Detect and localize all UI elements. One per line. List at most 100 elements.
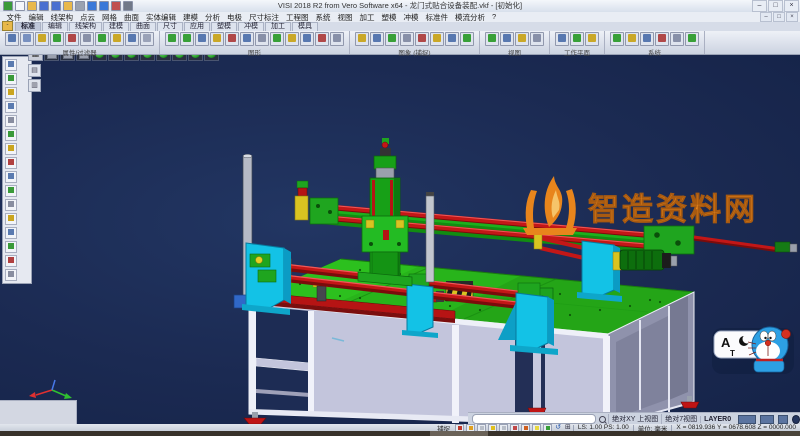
save-all-icon[interactable]: [51, 1, 61, 11]
line-tool-icon[interactable]: [5, 73, 17, 85]
menu-item-2[interactable]: 线架构: [47, 12, 77, 23]
menu-item-16[interactable]: 冲模: [400, 12, 422, 23]
cpl-3pt-icon[interactable]: [585, 32, 599, 46]
edges-icon[interactable]: [255, 32, 269, 46]
ribbon-tab-2[interactable]: 线架构: [69, 22, 102, 31]
ribbon-tab-8[interactable]: 冲模: [238, 22, 264, 31]
menu-item-12[interactable]: 系统: [312, 12, 334, 23]
machine-model-canvas[interactable]: 智造资料网 A T: [0, 54, 800, 424]
ime-mode-button[interactable]: A: [721, 335, 731, 350]
highlight-icon[interactable]: [110, 32, 124, 46]
mirror-tool-icon[interactable]: [5, 213, 17, 225]
zoom-fit-icon[interactable]: [485, 32, 499, 46]
save-icon[interactable]: [39, 1, 49, 11]
shade-icon[interactable]: [165, 32, 179, 46]
snap-intersect-icon[interactable]: [415, 32, 429, 46]
rotate-tool-icon[interactable]: [5, 241, 17, 253]
ribbon-tab-6[interactable]: 应用: [184, 22, 210, 31]
app-icon[interactable]: [3, 1, 13, 11]
visibility-icon[interactable]: [95, 32, 109, 46]
ribbon-tab-4[interactable]: 曲面: [130, 22, 156, 31]
move-tool-icon[interactable]: [5, 227, 17, 239]
texture-icon[interactable]: [285, 32, 299, 46]
grid-icon[interactable]: ⊞: [565, 424, 571, 431]
properties-icon[interactable]: [140, 32, 154, 46]
print-icon[interactable]: [75, 1, 85, 11]
menu-item-15[interactable]: 塑模: [378, 12, 400, 23]
layer-color-block-2[interactable]: [760, 415, 774, 424]
group-icon[interactable]: [125, 32, 139, 46]
pick-filter-icon[interactable]: [80, 32, 94, 46]
maximize-button[interactable]: □: [768, 0, 783, 12]
undo-icon[interactable]: [87, 1, 97, 11]
minimize-button[interactable]: –: [752, 0, 767, 12]
ucs-toggle-button[interactable]: ▤: [28, 64, 41, 77]
ribbon-tab-7[interactable]: 塑模: [211, 22, 237, 31]
menu-item-13[interactable]: 视图: [334, 12, 356, 23]
menu-item-6[interactable]: 实体编辑: [143, 12, 180, 23]
trim-tool-icon[interactable]: [5, 143, 17, 155]
layer-color-block-3[interactable]: [778, 415, 788, 424]
database-icon[interactable]: [640, 32, 654, 46]
wireframe-icon[interactable]: [180, 32, 194, 46]
menu-item-14[interactable]: 加工: [356, 12, 378, 23]
list-toggle-button[interactable]: ▥: [28, 79, 41, 92]
help-icon[interactable]: [685, 32, 699, 46]
delete-icon[interactable]: [111, 1, 121, 11]
menu-item-8[interactable]: 分析: [202, 12, 224, 23]
snap-point-icon[interactable]: [355, 32, 369, 46]
measure-tool-icon[interactable]: [5, 269, 17, 281]
render-icon[interactable]: [210, 32, 224, 46]
zoom-window-icon[interactable]: [500, 32, 514, 46]
menu-item-17[interactable]: 标准件: [422, 12, 452, 23]
ribbon-tab-0[interactable]: 标准: [15, 22, 41, 31]
mdi-close-button[interactable]: ×: [786, 12, 798, 22]
layer-color-block-1[interactable]: [738, 415, 756, 424]
menu-item-4[interactable]: 网格: [99, 12, 121, 23]
menu-item-5[interactable]: 曲面: [121, 12, 143, 23]
menu-item-11[interactable]: 工程图: [283, 12, 313, 23]
mdi-restore-button[interactable]: □: [773, 12, 785, 22]
ime-secondary-button[interactable]: T: [730, 349, 735, 358]
attribute-icon[interactable]: [5, 32, 19, 46]
snap-grid-icon[interactable]: [370, 32, 384, 46]
snap-mid-icon[interactable]: [385, 32, 399, 46]
ribbon-tab-3[interactable]: 建模: [103, 22, 129, 31]
redo-icon[interactable]: [99, 1, 109, 11]
menu-item-1[interactable]: 编辑: [25, 12, 47, 23]
point-tool-icon[interactable]: [5, 59, 17, 71]
extend-tool-icon[interactable]: [5, 157, 17, 169]
settings-icon[interactable]: [610, 32, 624, 46]
snap-vertex-icon[interactable]: [460, 32, 474, 46]
cpl-xy-icon[interactable]: [555, 32, 569, 46]
layer-filter-icon[interactable]: [20, 32, 34, 46]
menu-item-19[interactable]: ?: [489, 12, 500, 23]
menu-item-3[interactable]: 点云: [77, 12, 99, 23]
fillet-tool-icon[interactable]: [5, 171, 17, 183]
transparency-icon[interactable]: [240, 32, 254, 46]
search-input[interactable]: [472, 414, 596, 424]
mdi-minimize-button[interactable]: –: [760, 12, 772, 22]
ribbon-tab-1[interactable]: 编辑: [42, 22, 68, 31]
toolbar-collapse-icon[interactable]: -: [2, 21, 13, 31]
curve-tool-icon[interactable]: [5, 115, 17, 127]
cpl-face-icon[interactable]: [570, 32, 584, 46]
circle-tool-icon[interactable]: [5, 101, 17, 113]
rotate-view-icon[interactable]: [530, 32, 544, 46]
calculator-icon[interactable]: [625, 32, 639, 46]
scale-tool-icon[interactable]: [5, 255, 17, 267]
viewport-3d[interactable]: 智造资料网 A T: [0, 54, 800, 424]
refresh-icon[interactable]: ↺: [555, 424, 561, 431]
close-button[interactable]: ×: [784, 0, 799, 12]
ribbon-tab-5[interactable]: 尺寸: [157, 22, 183, 31]
snap-center-icon[interactable]: [400, 32, 414, 46]
color-filter-icon[interactable]: [35, 32, 49, 46]
new-file-icon[interactable]: [15, 1, 25, 11]
section-icon[interactable]: [225, 32, 239, 46]
offset-tool-icon[interactable]: [5, 199, 17, 211]
background-icon[interactable]: [300, 32, 314, 46]
menu-item-9[interactable]: 电极: [224, 12, 246, 23]
light-icon[interactable]: [315, 32, 329, 46]
ime-widget[interactable]: A T: [712, 327, 794, 374]
open-file-icon[interactable]: [27, 1, 37, 11]
